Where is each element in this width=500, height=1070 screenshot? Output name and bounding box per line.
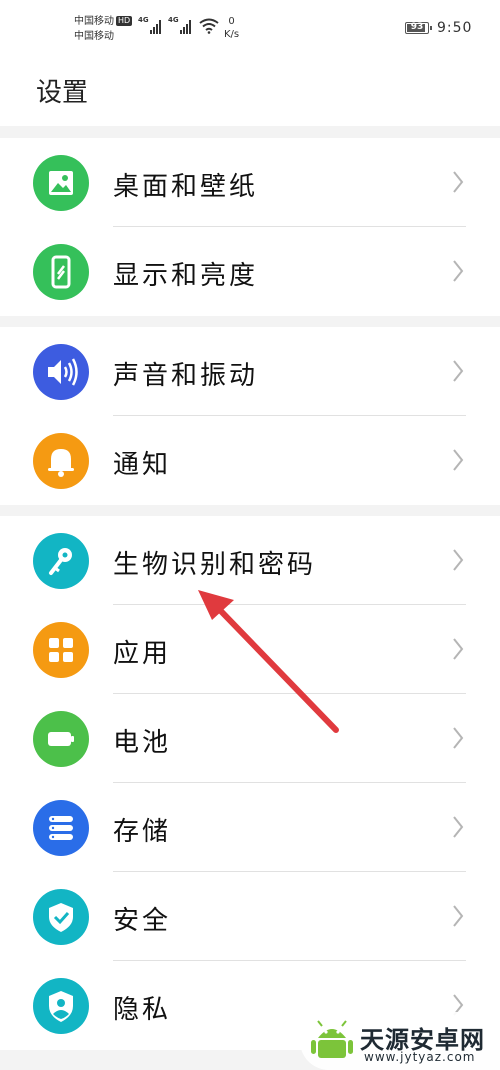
carrier-2-label: 中国移动 <box>74 31 114 42</box>
carrier-info: 中国移动 HD 中国移动 <box>74 14 133 44</box>
settings-item-label: 电池 <box>113 728 172 758</box>
signal-1-icon: 4G <box>138 16 164 34</box>
bell-icon <box>33 433 89 489</box>
settings-item-sound[interactable]: 声音和振动 <box>0 327 500 416</box>
header: 设置 <box>0 50 500 126</box>
chevron-right-icon <box>453 260 464 282</box>
settings-item-label: 隐私 <box>113 995 172 1025</box>
battery-status-icon: 93 <box>405 22 432 34</box>
status-bar: 中国移动 HD 中国移动 4G 4G 0 K/s 93 9:50 <box>0 0 500 50</box>
settings-group-system: 生物识别和密码 应用 电池 存储 安全 隐私 <box>0 516 500 1050</box>
settings-item-label: 通知 <box>113 450 172 480</box>
chevron-right-icon <box>453 905 464 927</box>
android-logo-icon <box>311 1020 353 1058</box>
wallpaper-icon <box>33 155 89 211</box>
settings-item-label: 安全 <box>113 906 172 936</box>
settings-item-label: 应用 <box>113 639 172 669</box>
page-title: 设置 <box>36 78 89 108</box>
key-icon <box>33 533 89 589</box>
chevron-right-icon <box>453 727 464 749</box>
apps-grid-icon <box>33 622 89 678</box>
signal-2-icon: 4G <box>168 16 194 34</box>
watermark-url: www.jytyaz.com <box>364 1050 476 1064</box>
settings-item-label: 显示和亮度 <box>113 261 259 291</box>
battery-icon <box>33 711 89 767</box>
chevron-right-icon <box>453 360 464 382</box>
privacy-icon <box>33 978 89 1034</box>
display-icon <box>33 244 89 300</box>
chevron-right-icon <box>453 449 464 471</box>
settings-item-label: 生物识别和密码 <box>113 550 317 580</box>
chevron-right-icon <box>453 816 464 838</box>
settings-item-security[interactable]: 安全 <box>0 872 500 961</box>
network-speed: 0 K/s <box>224 15 239 41</box>
settings-group-sound: 声音和振动 通知 <box>0 327 500 505</box>
settings-item-biometrics[interactable]: 生物识别和密码 <box>0 516 500 605</box>
settings-item-storage[interactable]: 存储 <box>0 783 500 872</box>
settings-item-display[interactable]: 显示和亮度 <box>0 227 500 316</box>
battery-level: 93 <box>410 22 424 32</box>
wifi-icon <box>199 18 219 34</box>
settings-group-display: 桌面和壁纸 显示和亮度 <box>0 138 500 316</box>
chevron-right-icon <box>453 638 464 660</box>
settings-item-notifications[interactable]: 通知 <box>0 416 500 505</box>
network-2-label: 4G <box>168 16 179 24</box>
carrier-1-label: 中国移动 <box>74 16 114 27</box>
settings-item-label: 声音和振动 <box>113 361 259 391</box>
settings-item-apps[interactable]: 应用 <box>0 605 500 694</box>
speed-value: 0 <box>228 16 235 27</box>
speed-unit: K/s <box>224 29 240 40</box>
network-1-label: 4G <box>138 16 149 24</box>
chevron-right-icon <box>453 549 464 571</box>
settings-item-label: 桌面和壁纸 <box>113 172 259 202</box>
hd-badge: HD <box>116 16 133 26</box>
storage-icon <box>33 800 89 856</box>
chevron-right-icon <box>453 171 464 193</box>
shield-icon <box>33 889 89 945</box>
clock: 9:50 <box>437 20 473 36</box>
settings-item-wallpaper[interactable]: 桌面和壁纸 <box>0 138 500 227</box>
settings-item-label: 存储 <box>113 817 172 847</box>
settings-item-battery[interactable]: 电池 <box>0 694 500 783</box>
sound-icon <box>33 344 89 400</box>
